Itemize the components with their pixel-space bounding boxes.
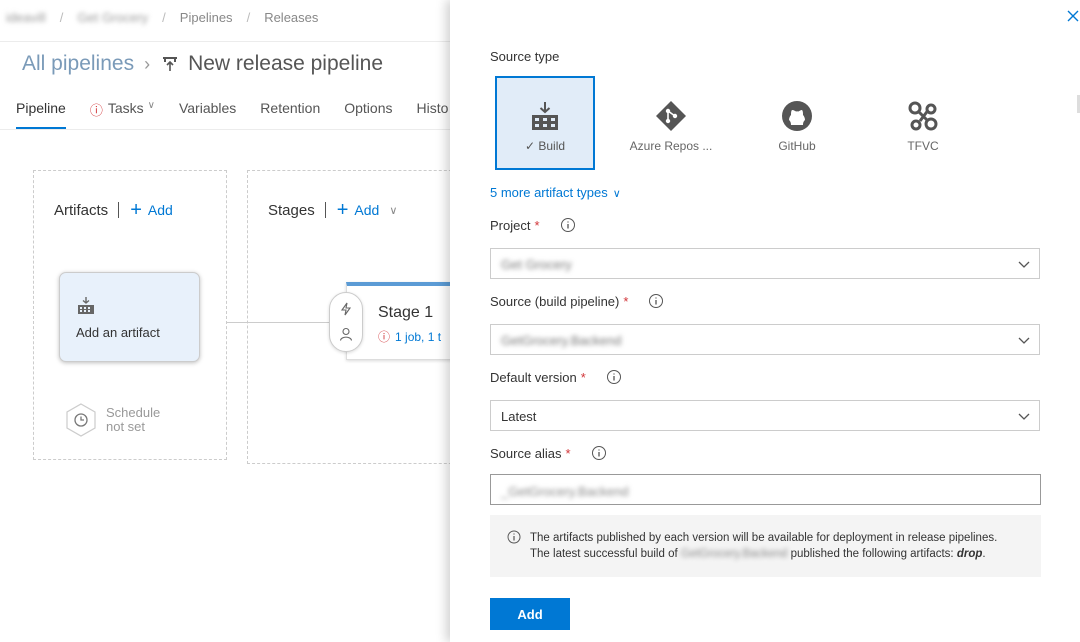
required-mark: * xyxy=(534,217,540,233)
source-pipeline-label: Source (build pipeline) * xyxy=(490,293,664,309)
tab-retention[interactable]: Retention xyxy=(260,100,320,129)
pipeline-tabs: Pipeline ⓘ Tasks ∨ Variables Retention O… xyxy=(16,100,450,129)
artifact-info-message: The artifacts published by each version … xyxy=(490,515,1041,577)
source-type-build[interactable]: ✓ Build xyxy=(495,76,595,170)
source-alias-input[interactable] xyxy=(490,474,1041,505)
breadcrumb-project[interactable]: Get Grocery xyxy=(77,10,148,25)
close-icon[interactable] xyxy=(1066,9,1080,23)
github-icon xyxy=(782,101,812,131)
pipeline-canvas: Artifacts + Add Add an artifact Schedule… xyxy=(0,130,450,642)
add-artifact-panel: Source type ✓ Build Azure Repos ... GitH… xyxy=(450,0,1080,642)
source-type-label: Build xyxy=(538,139,566,153)
chevron-down-icon: ∨ xyxy=(612,188,621,200)
schedule-trigger[interactable]: Schedule not set xyxy=(63,402,160,438)
add-stage-link[interactable]: Add xyxy=(354,202,379,218)
default-version-select[interactable]: Latest xyxy=(490,400,1040,431)
clock-icon xyxy=(66,403,96,437)
default-version-label: Default version * xyxy=(490,369,622,385)
pre-deployment-conditions[interactable] xyxy=(329,292,363,352)
build-icon xyxy=(78,297,94,314)
info-icon[interactable] xyxy=(560,217,576,233)
info-line-2: The latest successful build of GetGrocer… xyxy=(530,548,986,560)
required-mark: * xyxy=(565,445,571,461)
source-type-tfvc[interactable]: TFVC xyxy=(873,76,973,170)
release-pipeline-icon xyxy=(163,57,178,71)
source-pipeline-value: GetGrocery.Backend xyxy=(501,333,622,348)
add-artifact-card[interactable]: Add an artifact xyxy=(59,272,200,362)
tab-history[interactable]: Histo xyxy=(416,100,448,129)
source-type-label: TFVC xyxy=(907,139,939,153)
all-pipelines-link[interactable]: All pipelines xyxy=(22,52,134,76)
breadcrumb: ideavill / Get Grocery / Pipelines / Rel… xyxy=(6,10,319,25)
stage-name: Stage 1 xyxy=(378,304,434,321)
build-icon xyxy=(532,102,558,130)
more-artifact-types-link[interactable]: 5 more artifact types ∨ xyxy=(490,185,621,200)
stages-title: Stages xyxy=(268,201,315,219)
source-type-selector: ✓ Build Azure Repos ... GitHub TFVC xyxy=(495,76,999,170)
required-mark: * xyxy=(623,293,629,309)
stages-header: Stages + Add ∨ xyxy=(268,200,397,220)
warning-icon: ⓘ xyxy=(89,103,103,118)
pipeline-name[interactable]: New release pipeline xyxy=(188,52,383,76)
plus-icon[interactable]: + xyxy=(337,200,349,220)
source-type-azure-repos[interactable]: Azure Repos ... xyxy=(621,76,721,170)
info-icon[interactable] xyxy=(606,369,622,385)
source-type-label: GitHub xyxy=(778,139,816,153)
project-value: Get Grocery xyxy=(501,257,572,272)
breadcrumb-pipelines[interactable]: Pipelines xyxy=(180,10,233,25)
release-pipeline-page: ideavill / Get Grocery / Pipelines / Rel… xyxy=(0,0,450,642)
breadcrumb-releases[interactable]: Releases xyxy=(264,10,318,25)
stage-jobs-link[interactable]: ⓘ 1 job, 1 t xyxy=(378,328,441,345)
artifacts-header: Artifacts + Add xyxy=(54,200,173,220)
warning-icon: ⓘ xyxy=(378,330,391,344)
page-title: All pipelines › New release pipeline xyxy=(22,52,383,76)
check-icon: ✓ xyxy=(524,139,539,153)
schedule-status-line2: not set xyxy=(106,419,146,434)
source-type-label: Azure Repos ... xyxy=(629,139,713,153)
lightning-icon xyxy=(340,302,352,316)
source-pipeline-select[interactable]: GetGrocery.Backend xyxy=(490,324,1040,355)
info-icon xyxy=(507,530,521,544)
project-label: Project * xyxy=(490,217,576,233)
person-icon xyxy=(339,327,353,341)
source-alias-label: Source alias * xyxy=(490,445,607,461)
tfvc-icon xyxy=(908,101,938,131)
chevron-down-icon: ∨ xyxy=(147,100,155,111)
project-select[interactable]: Get Grocery xyxy=(490,248,1040,279)
chevron-right-icon: › xyxy=(144,53,151,74)
default-version-value: Latest xyxy=(501,409,537,424)
chevron-down-icon xyxy=(1018,261,1030,268)
info-icon[interactable] xyxy=(591,445,607,461)
add-button[interactable]: Add xyxy=(490,598,570,630)
breadcrumb-org[interactable]: ideavill xyxy=(6,10,46,25)
azure-repos-icon xyxy=(656,101,686,131)
tab-options[interactable]: Options xyxy=(344,100,392,129)
required-mark: * xyxy=(580,369,586,385)
tab-pipeline[interactable]: Pipeline xyxy=(16,100,66,129)
chevron-down-icon xyxy=(1018,337,1030,344)
artifacts-title: Artifacts xyxy=(54,201,109,219)
tab-variables[interactable]: Variables xyxy=(179,100,236,129)
add-artifact-label: Add an artifact xyxy=(76,325,160,340)
tab-tasks[interactable]: ⓘ Tasks ∨ xyxy=(90,100,155,129)
plus-icon[interactable]: + xyxy=(130,200,142,220)
add-artifact-link[interactable]: Add xyxy=(148,202,173,218)
info-line-1: The artifacts published by each version … xyxy=(530,532,998,544)
source-type-github[interactable]: GitHub xyxy=(747,76,847,170)
schedule-status-line1: Schedule xyxy=(106,405,161,420)
info-icon[interactable] xyxy=(648,293,664,309)
chevron-down-icon[interactable]: ∨ xyxy=(389,204,397,217)
source-type-label: Source type xyxy=(490,49,560,64)
chevron-down-icon xyxy=(1018,413,1030,420)
